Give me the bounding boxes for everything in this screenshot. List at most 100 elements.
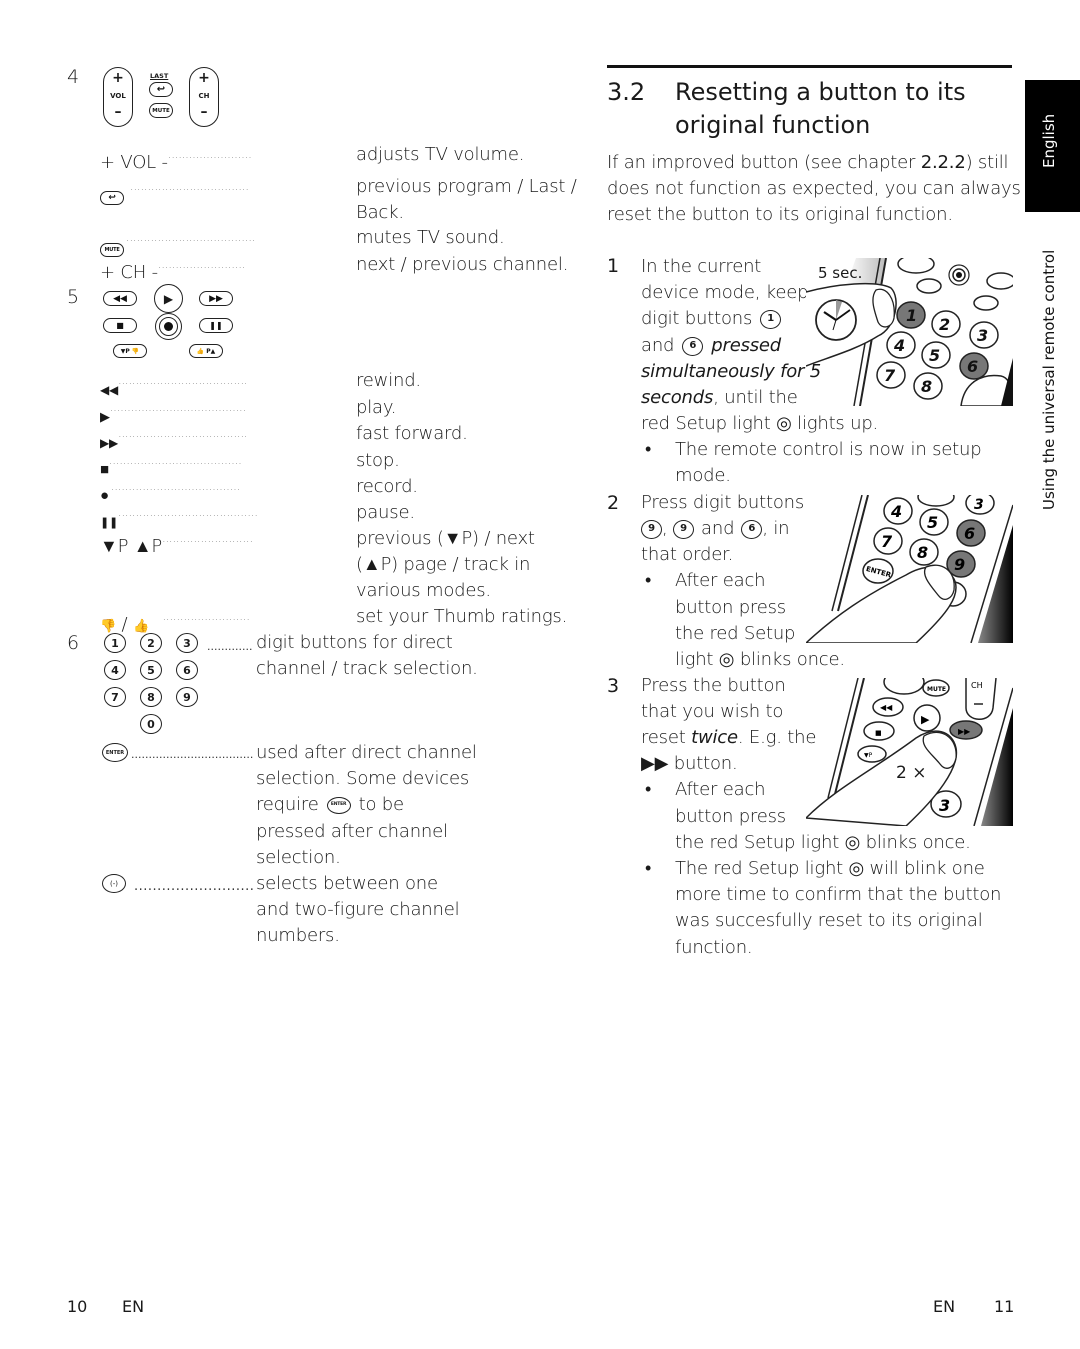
legend-desc: pause. <box>356 502 415 523</box>
svg-text:8: 8 <box>921 377 932 396</box>
step-emphasis: seconds <box>641 387 714 408</box>
digit-6-icon: 6 <box>682 336 704 356</box>
thumb-up-page-up-button-icon: 👍 P▲ <box>189 344 223 358</box>
section-number: 3.2 <box>607 78 646 106</box>
legend-desc: rewind. <box>356 370 421 391</box>
twice-label: 2 × <box>896 763 927 783</box>
thumb-down-icon: 👎 <box>100 619 116 635</box>
illustration-step-1: 1 2 3 4 5 6 7 8 5 sec. <box>806 258 1013 406</box>
enter-button-icon: ENTER <box>102 743 128 762</box>
bullet-dot: • <box>645 439 652 460</box>
legend-desc: fast forward. <box>356 423 468 444</box>
ch-label: CH <box>198 92 210 100</box>
step-line: Press the button <box>641 675 786 696</box>
language-code-left: EN <box>122 1297 145 1316</box>
svg-text:5: 5 <box>929 346 940 365</box>
digit-9-icon: 9 <box>673 519 695 539</box>
digit-keypad: 1 2 3 4 5 6 7 8 9 0 <box>104 633 212 734</box>
thumb-up-icon: 👍 <box>132 619 149 635</box>
step-line: Press digit buttons <box>641 492 805 513</box>
bullet-line: The red Setup light ◎ will blink one <box>675 858 985 879</box>
mute-key-label: MUTE <box>927 686 946 693</box>
legend-row-vol: + VOL -.................................… <box>100 142 524 176</box>
intro-line: does not function as expected, you can a… <box>607 178 1021 199</box>
legend-key: + CH - <box>100 262 158 284</box>
chapter-running-head: Using the universal remote control <box>1040 249 1058 510</box>
digit-desc-line: digit buttons for direct <box>256 632 453 653</box>
svg-text:8: 8 <box>917 543 928 562</box>
step-line: device mode, keep <box>641 282 809 303</box>
vol-label: VOL <box>110 92 126 100</box>
fast-forward-button-icon: ▶▶ <box>199 291 233 306</box>
digit-button-2: 2 <box>140 633 162 653</box>
pause-button-icon: ❚❚ <box>199 318 233 333</box>
svg-text:7: 7 <box>884 366 896 385</box>
intro-line: If an improved button (see chapter 2.2.2… <box>607 150 1009 176</box>
last-button-icon: ↩ <box>149 82 173 97</box>
step-emphasis: simultaneously for 5 <box>641 361 821 382</box>
bullet-line: button press <box>675 597 786 618</box>
bullet-line: the red Setup <box>675 623 796 644</box>
dash-desc-line: selects between one <box>256 873 438 894</box>
step-text: digit buttons <box>641 308 753 329</box>
step-line: red Setup light ◎ lights up. <box>641 413 879 434</box>
bullet-line: The remote control is now in setup <box>675 439 982 460</box>
step-text: and <box>701 518 735 539</box>
step-line: and 6 pressed <box>641 333 781 359</box>
leader-dots: .............................. <box>134 879 254 894</box>
section-number-4: 4 <box>67 66 79 88</box>
svg-text:3: 3 <box>939 796 950 815</box>
legend-desc: record. <box>356 476 418 497</box>
language-code-right: EN <box>933 1297 956 1316</box>
last-label: LAST <box>150 72 169 80</box>
digit-desc-line: channel / track selection. <box>256 658 478 679</box>
require-text: require <box>256 794 319 815</box>
page-down-thumb-down-button-icon: ▼P 👎 <box>113 344 147 358</box>
svg-text:2: 2 <box>939 315 950 334</box>
svg-text:▶: ▶ <box>921 713 930 726</box>
record-button-icon <box>155 313 182 340</box>
legend-desc: adjusts TV volume. <box>356 144 525 165</box>
legend-row-ch: + CH -..................................… <box>100 252 568 286</box>
step-text: . E.g. the <box>737 727 817 748</box>
legend-desc-line: previous (▼P) / next <box>356 528 535 549</box>
step-number-1: 1 <box>607 255 619 277</box>
bullet-line: mode. <box>675 465 731 486</box>
svg-text:3: 3 <box>977 326 988 345</box>
digit-button-3: 3 <box>176 633 198 653</box>
play-button-icon: ▶ <box>154 284 183 313</box>
remote-press-illustration: MUTE CH ◀◀ ▶ ■ ▶▶ ▼P 3 <box>806 678 1013 826</box>
enter-button-icon: ENTER <box>326 796 351 814</box>
section-title-line: Resetting a button to its <box>675 78 966 106</box>
vol-minus-label: – <box>114 104 122 120</box>
svg-text:7: 7 <box>881 532 893 551</box>
step-line: reset twice. E.g. the <box>641 725 816 751</box>
legend-row-last: ↩.......................................… <box>100 174 577 223</box>
legend-row-page: ▼P ▲P...................................… <box>100 526 535 601</box>
legend-desc: mutes TV sound. <box>356 227 505 248</box>
svg-text:■: ■ <box>875 729 882 737</box>
legend-desc-line: (▲P) page / track in <box>356 554 531 575</box>
dash-desc-line: numbers. <box>256 925 340 946</box>
step-line: 9, 9 and 6, in <box>641 516 790 542</box>
step-emphasis: twice <box>691 727 738 748</box>
bullet-dot: • <box>645 570 652 591</box>
rewind-button-icon: ◀◀ <box>103 291 137 306</box>
digit-9-icon: 9 <box>641 519 662 539</box>
legend-desc: previous program / Last / Back. <box>356 176 577 224</box>
digit-button-6: 6 <box>176 660 198 680</box>
bullet-line: the red Setup light ◎ blinks once. <box>675 832 971 853</box>
bullet-line: button press <box>675 806 786 827</box>
section-rule <box>607 65 1012 68</box>
remote-press-illustration: 3 4 5 6 7 8 9 ENTER <box>806 495 1013 643</box>
enter-desc-line: used after direct channel <box>256 742 477 763</box>
step-text: reset <box>641 727 692 748</box>
digit-button-0: 0 <box>140 714 162 734</box>
bullet-line: more time to confirm that the button <box>675 884 1002 905</box>
chapter-reference: 2.2.2 <box>920 152 966 173</box>
step-line: that you wish to <box>641 701 784 722</box>
ch-plus-label: + <box>198 70 210 86</box>
step-number-2: 2 <box>607 492 619 514</box>
legend-desc: next / previous channel. <box>356 254 569 275</box>
last-button-icon: ↩ <box>100 191 124 206</box>
